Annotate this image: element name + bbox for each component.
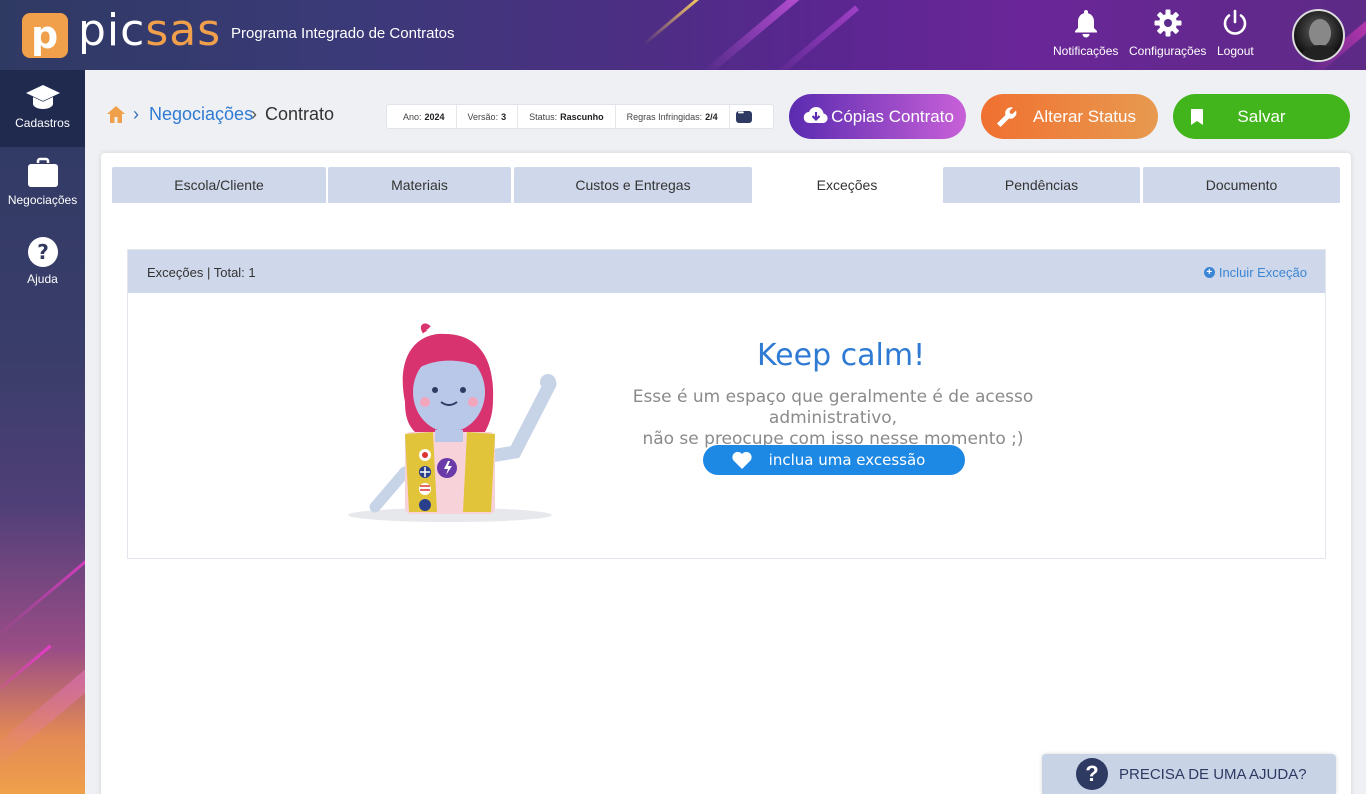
notifications-button[interactable]: Notificações <box>1053 8 1118 58</box>
sidebar-item-label: Cadastros <box>15 116 70 130</box>
plus-circle-icon: + <box>1203 267 1215 278</box>
info-regras: Regras Infringidas: 2/4 <box>616 104 730 129</box>
exceptions-title: Exceções | Total: 1 <box>147 265 256 280</box>
graduation-cap-icon <box>25 85 60 109</box>
breadcrumb-current: Contrato <box>265 104 335 124</box>
tab-label: Custos e Entregas <box>575 177 691 193</box>
breadcrumb-separator: › <box>251 104 257 124</box>
tab-documento[interactable]: Documento <box>1143 167 1340 203</box>
sidebar-item-ajuda[interactable]: ? Ajuda <box>0 236 85 296</box>
sidebar: Cadastros Negociações ? Ajuda <box>0 70 85 794</box>
briefcase-icon <box>27 157 58 187</box>
gear-icon <box>1154 9 1182 37</box>
help-label: PRECISA DE UMA AJUDA? <box>1119 765 1307 783</box>
logout-label: Logout <box>1217 44 1254 58</box>
breadcrumb-separator: › <box>133 104 139 124</box>
header-decoration <box>643 0 699 46</box>
tab-label: Pendências <box>1004 177 1079 193</box>
home-icon[interactable] <box>106 105 126 124</box>
info-value: Rascunho <box>560 111 604 122</box>
sidebar-item-label: Ajuda <box>27 272 58 286</box>
help-widget[interactable]: ? PRECISA DE UMA AJUDA? <box>1042 754 1336 794</box>
info-value: 2024 <box>424 111 445 122</box>
tab-label: Documento <box>1205 177 1278 193</box>
cloud-download-icon <box>803 107 828 124</box>
include-exception-button[interactable]: inclua uma excessão <box>703 445 965 475</box>
question-circle-icon: ? <box>1076 758 1108 790</box>
wrench-icon <box>997 107 1017 127</box>
logo-mark[interactable]: p <box>22 13 68 58</box>
logo-text-a: pic <box>78 5 146 56</box>
sidebar-decoration <box>0 644 52 699</box>
tab-materiais[interactable]: Materiais <box>328 167 511 203</box>
sidebar-item-cadastros[interactable]: Cadastros <box>0 70 85 147</box>
exceptions-header: Exceções | Total: 1 + Incluir Exceção <box>128 250 1325 293</box>
power-icon <box>1224 9 1247 35</box>
info-label: Regras Infringidas: <box>626 111 703 122</box>
tab-custos-entregas[interactable]: Custos e Entregas <box>514 167 752 203</box>
question-icon: ? <box>27 237 58 267</box>
info-versao: Versão: 3 <box>457 104 519 129</box>
sidebar-item-negociacoes[interactable]: Negociações <box>0 157 85 227</box>
info-status: Status: Rascunho <box>518 104 616 129</box>
sidebar-item-label: Negociações <box>7 193 78 207</box>
header-decoration <box>770 5 860 70</box>
add-exception-link[interactable]: + Incluir Exceção <box>1203 265 1307 280</box>
info-value: 3 <box>501 111 507 122</box>
logo-text[interactable]: picsas <box>78 6 221 56</box>
girl-illustration <box>348 323 557 522</box>
save-button[interactable]: Salvar <box>1173 94 1350 139</box>
empty-state-message: Esse é um espaço que geralmente é de ace… <box>568 387 1098 450</box>
settings-button[interactable]: Configurações <box>1129 8 1206 58</box>
breadcrumb-link-negociacoes[interactable]: Negociações <box>149 104 253 125</box>
sidebar-decoration <box>0 667 85 771</box>
add-exception-label: Incluir Exceção <box>1218 265 1307 280</box>
contract-info-bar: Ano: 2024 Versão: 3 Status: Rascunho Regras… <box>386 104 774 129</box>
heart-icon <box>732 451 752 469</box>
svg-text:?: ? <box>37 240 49 264</box>
tab-pendencias[interactable]: Pendências <box>943 167 1140 203</box>
tab-label: Exceções <box>816 177 878 193</box>
settings-label: Configurações <box>1129 44 1207 58</box>
empty-state-title: Keep calm! <box>757 338 926 373</box>
save-label: Salvar <box>1237 106 1286 126</box>
bell-icon <box>1074 10 1097 38</box>
logout-button[interactable]: Logout <box>1217 8 1254 58</box>
notifications-label: Notificações <box>1053 44 1119 58</box>
user-avatar[interactable] <box>1292 9 1345 62</box>
info-label: Ano: <box>403 111 422 122</box>
tab-escola-cliente[interactable]: Escola/Cliente <box>112 167 326 203</box>
app-title: Programa Integrado de Contratos <box>231 25 455 42</box>
sidebar-decoration <box>0 545 85 638</box>
tab-excecoes[interactable]: Exceções <box>754 167 940 203</box>
copias-contrato-button[interactable]: Cópias Contrato <box>789 94 966 139</box>
bookmark-icon <box>1191 109 1203 125</box>
message-icon[interactable] <box>735 108 752 123</box>
logo-mark-letter: p <box>31 13 59 57</box>
info-value: 2/4 <box>705 111 718 122</box>
alterar-status-label: Alterar Status <box>1033 106 1136 126</box>
copias-contrato-label: Cópias Contrato <box>831 106 954 126</box>
empty-state-line: Esse é um espaço que geralmente é de ace… <box>632 387 1034 428</box>
info-label: Status: <box>529 111 558 122</box>
alterar-status-button[interactable]: Alterar Status <box>981 94 1158 139</box>
tab-label: Escola/Cliente <box>174 177 264 193</box>
include-exception-label: inclua uma excessão <box>768 451 926 469</box>
info-label: Versão: <box>467 111 499 122</box>
tab-label: Materiais <box>391 177 448 193</box>
top-header: p picsas Programa Integrado de Contratos… <box>0 0 1366 70</box>
logo-text-b: sas <box>145 5 222 56</box>
info-ano: Ano: 2024 <box>387 104 457 129</box>
